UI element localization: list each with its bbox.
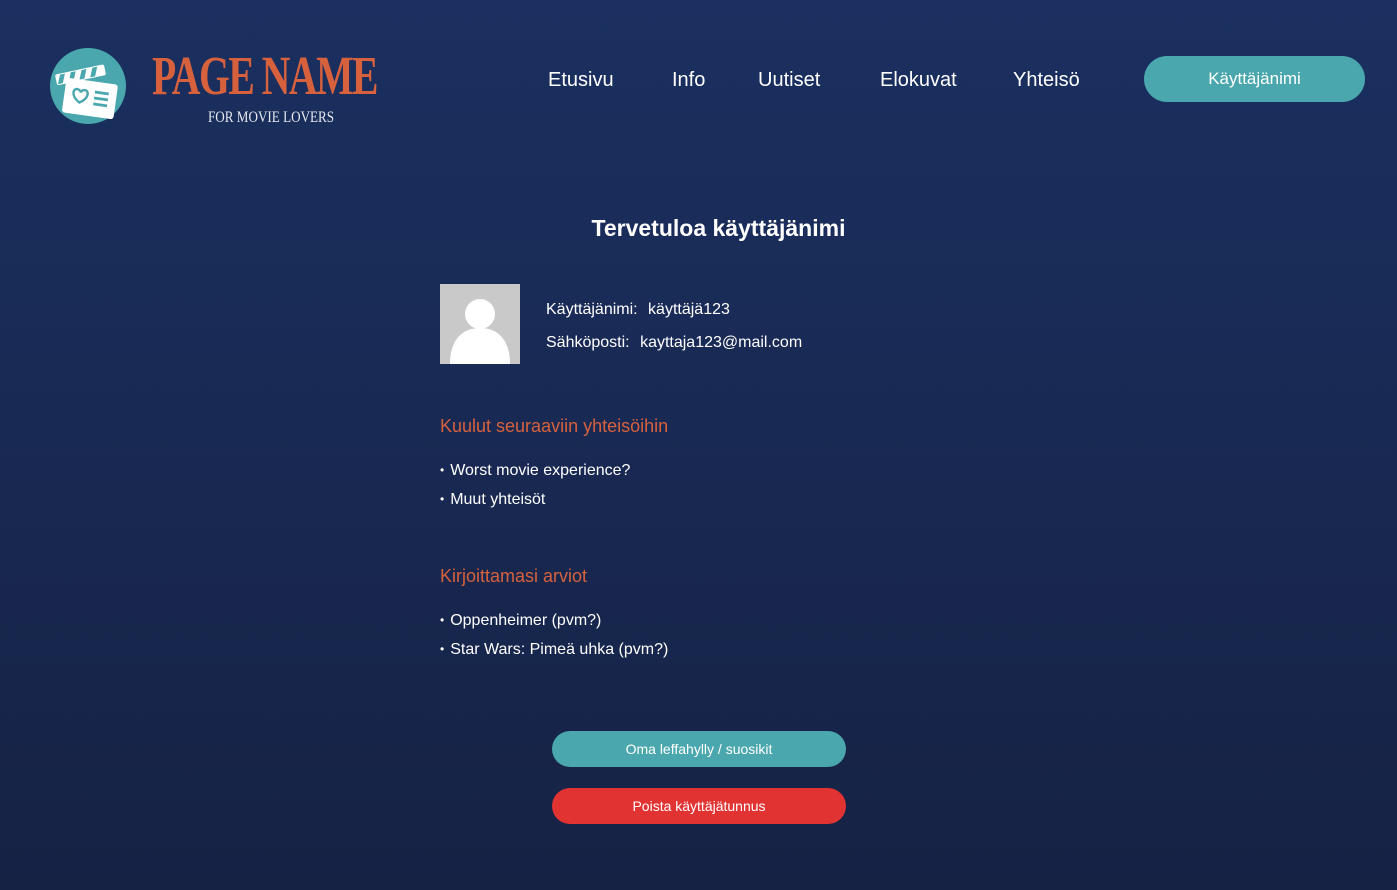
user-menu-button[interactable]: Käyttäjänimi bbox=[1144, 56, 1365, 102]
list-item[interactable]: • Oppenheimer (pvm?) bbox=[440, 606, 668, 635]
nav-item-info[interactable]: Info bbox=[672, 68, 705, 92]
list-item[interactable]: • Worst movie experience? bbox=[440, 456, 630, 485]
communities-list: • Worst movie experience? • Muut yhteisöt bbox=[440, 456, 630, 514]
user-avatar bbox=[440, 284, 520, 364]
nav-item-elokuvat[interactable]: Elokuvat bbox=[880, 68, 957, 92]
communities-heading: Kuulut seuraaviin yhteisöihin bbox=[440, 416, 669, 436]
list-item[interactable]: • Star Wars: Pimeä uhka (pvm?) bbox=[440, 635, 668, 664]
reviews-list: • Oppenheimer (pvm?) • Star Wars: Pimeä uh… bbox=[440, 606, 668, 664]
reviews-heading: Kirjoittamasi arviot bbox=[440, 566, 588, 586]
brand-tagline: FOR MOVIE LOVERS bbox=[208, 109, 335, 126]
community-name: Muut yhteisöt bbox=[450, 491, 546, 508]
review-title: Star Wars: Pimeä uhka (pvm?) bbox=[450, 641, 669, 658]
user-avatar-icon bbox=[440, 284, 520, 364]
clapperboard-icon bbox=[50, 48, 126, 124]
email-value: kayttaja123@mail.com bbox=[640, 334, 803, 351]
nav-item-etusivu[interactable]: Etusivu bbox=[548, 68, 614, 92]
page-title: Tervetuloa käyttäjänimi bbox=[591, 215, 846, 241]
community-name: Worst movie experience? bbox=[450, 462, 631, 479]
review-title: Oppenheimer (pvm?) bbox=[450, 612, 602, 629]
username-value: käyttäjä123 bbox=[648, 301, 730, 318]
email-row: Sähköposti: kayttaja123@mail.com bbox=[546, 333, 802, 353]
nav-item-uutiset[interactable]: Uutiset bbox=[758, 68, 820, 92]
list-item[interactable]: • Muut yhteisöt bbox=[440, 485, 630, 514]
favorites-button[interactable]: Oma leffahylly / suosikit bbox=[552, 731, 846, 767]
brand-name: PAGE NAME bbox=[152, 45, 378, 106]
nav-item-yhteiso[interactable]: Yhteisö bbox=[1013, 68, 1080, 92]
username-row: Käyttäjänimi: käyttäjä123 bbox=[546, 300, 730, 320]
email-label: Sähköposti: bbox=[546, 334, 630, 351]
username-label: Käyttäjänimi: bbox=[546, 301, 638, 318]
delete-account-button[interactable]: Poista käyttäjätunnus bbox=[552, 788, 846, 824]
